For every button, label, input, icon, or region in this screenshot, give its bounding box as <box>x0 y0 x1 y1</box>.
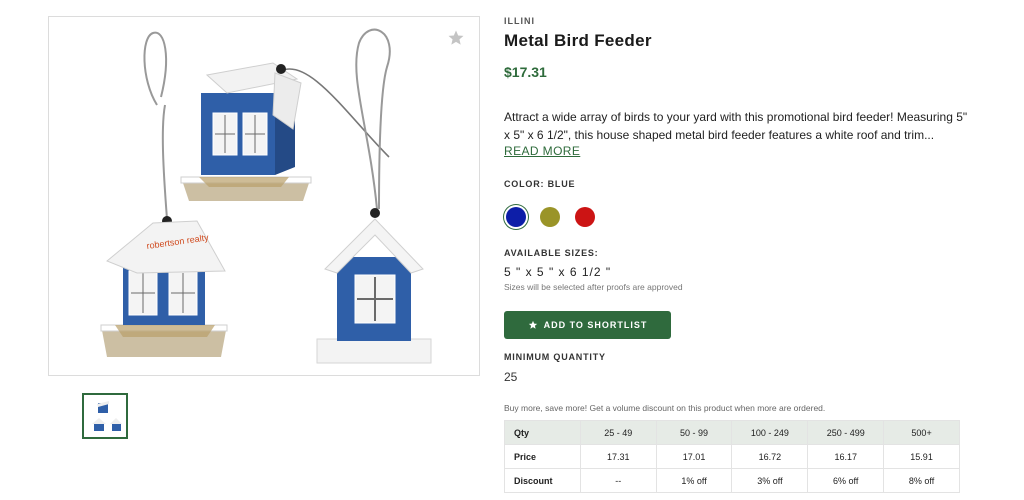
color-swatch-red[interactable] <box>575 207 595 227</box>
brand-name: ILLINI <box>504 16 535 26</box>
price-tier-2: 17.01 <box>655 444 733 469</box>
price-tier-5: 15.91 <box>883 444 960 469</box>
price-row: Price 17.31 17.01 16.72 16.17 15.91 <box>504 444 960 469</box>
shortlist-button-label: ADD TO SHORTLIST <box>543 320 648 330</box>
discount-row: Discount -- 1% off 3% off 6% off 8% off <box>504 468 960 493</box>
qty-row: Qty 25 - 49 50 - 99 100 - 249 250 - 499 … <box>504 420 960 445</box>
minimum-quantity-label: MINIMUM QUANTITY <box>504 352 606 362</box>
qty-tier-5: 500+ <box>883 420 960 445</box>
price-tier-3: 16.72 <box>731 444 809 469</box>
color-swatch-blue[interactable] <box>506 207 526 227</box>
color-label: COLOR: BLUE <box>504 179 576 189</box>
product-image-viewer[interactable]: robertson realty <box>48 16 480 376</box>
product-title: Metal Bird Feeder <box>504 31 652 50</box>
product-description: Attract a wide array of birds to your ya… <box>504 110 968 142</box>
discount-tier-1: -- <box>579 468 657 493</box>
size-value: 5 " x 5 " x 6 1/2 " <box>504 265 612 279</box>
qty-tier-4: 250 - 499 <box>807 420 885 445</box>
available-sizes-label: AVAILABLE SIZES: <box>504 248 599 258</box>
feeder-open-roof <box>143 31 390 201</box>
product-price: $17.31 <box>504 64 547 80</box>
product-image: robertson realty <box>100 28 432 364</box>
qty-header: Qty <box>504 420 581 445</box>
discount-tier-5: 8% off <box>883 468 960 493</box>
price-header: Price <box>504 444 581 469</box>
add-to-shortlist-button[interactable]: ADD TO SHORTLIST <box>504 311 671 339</box>
pricing-table: Qty 25 - 49 50 - 99 100 - 249 250 - 499 … <box>504 420 960 493</box>
discount-tier-3: 3% off <box>731 468 809 493</box>
discount-tier-2: 1% off <box>655 468 733 493</box>
minimum-quantity-value: 25 <box>504 370 518 384</box>
qty-tier-2: 50 - 99 <box>655 420 733 445</box>
price-tier-1: 17.31 <box>579 444 657 469</box>
qty-tier-3: 100 - 249 <box>731 420 809 445</box>
volume-discount-note: Buy more, save more! Get a volume discou… <box>504 403 826 413</box>
price-tier-4: 16.17 <box>807 444 885 469</box>
size-note: Sizes will be selected after proofs are … <box>504 282 683 292</box>
image-thumbnail[interactable] <box>82 393 128 439</box>
discount-tier-4: 6% off <box>807 468 885 493</box>
read-more-link[interactable]: READ MORE <box>504 144 580 158</box>
discount-header: Discount <box>504 468 581 493</box>
star-icon <box>528 320 537 329</box>
qty-tier-1: 25 - 49 <box>579 420 657 445</box>
favorite-star-icon[interactable] <box>447 29 465 52</box>
color-swatch-olive[interactable] <box>540 207 560 227</box>
feeder-front-view <box>316 28 432 364</box>
thumbnail-image <box>92 401 122 431</box>
